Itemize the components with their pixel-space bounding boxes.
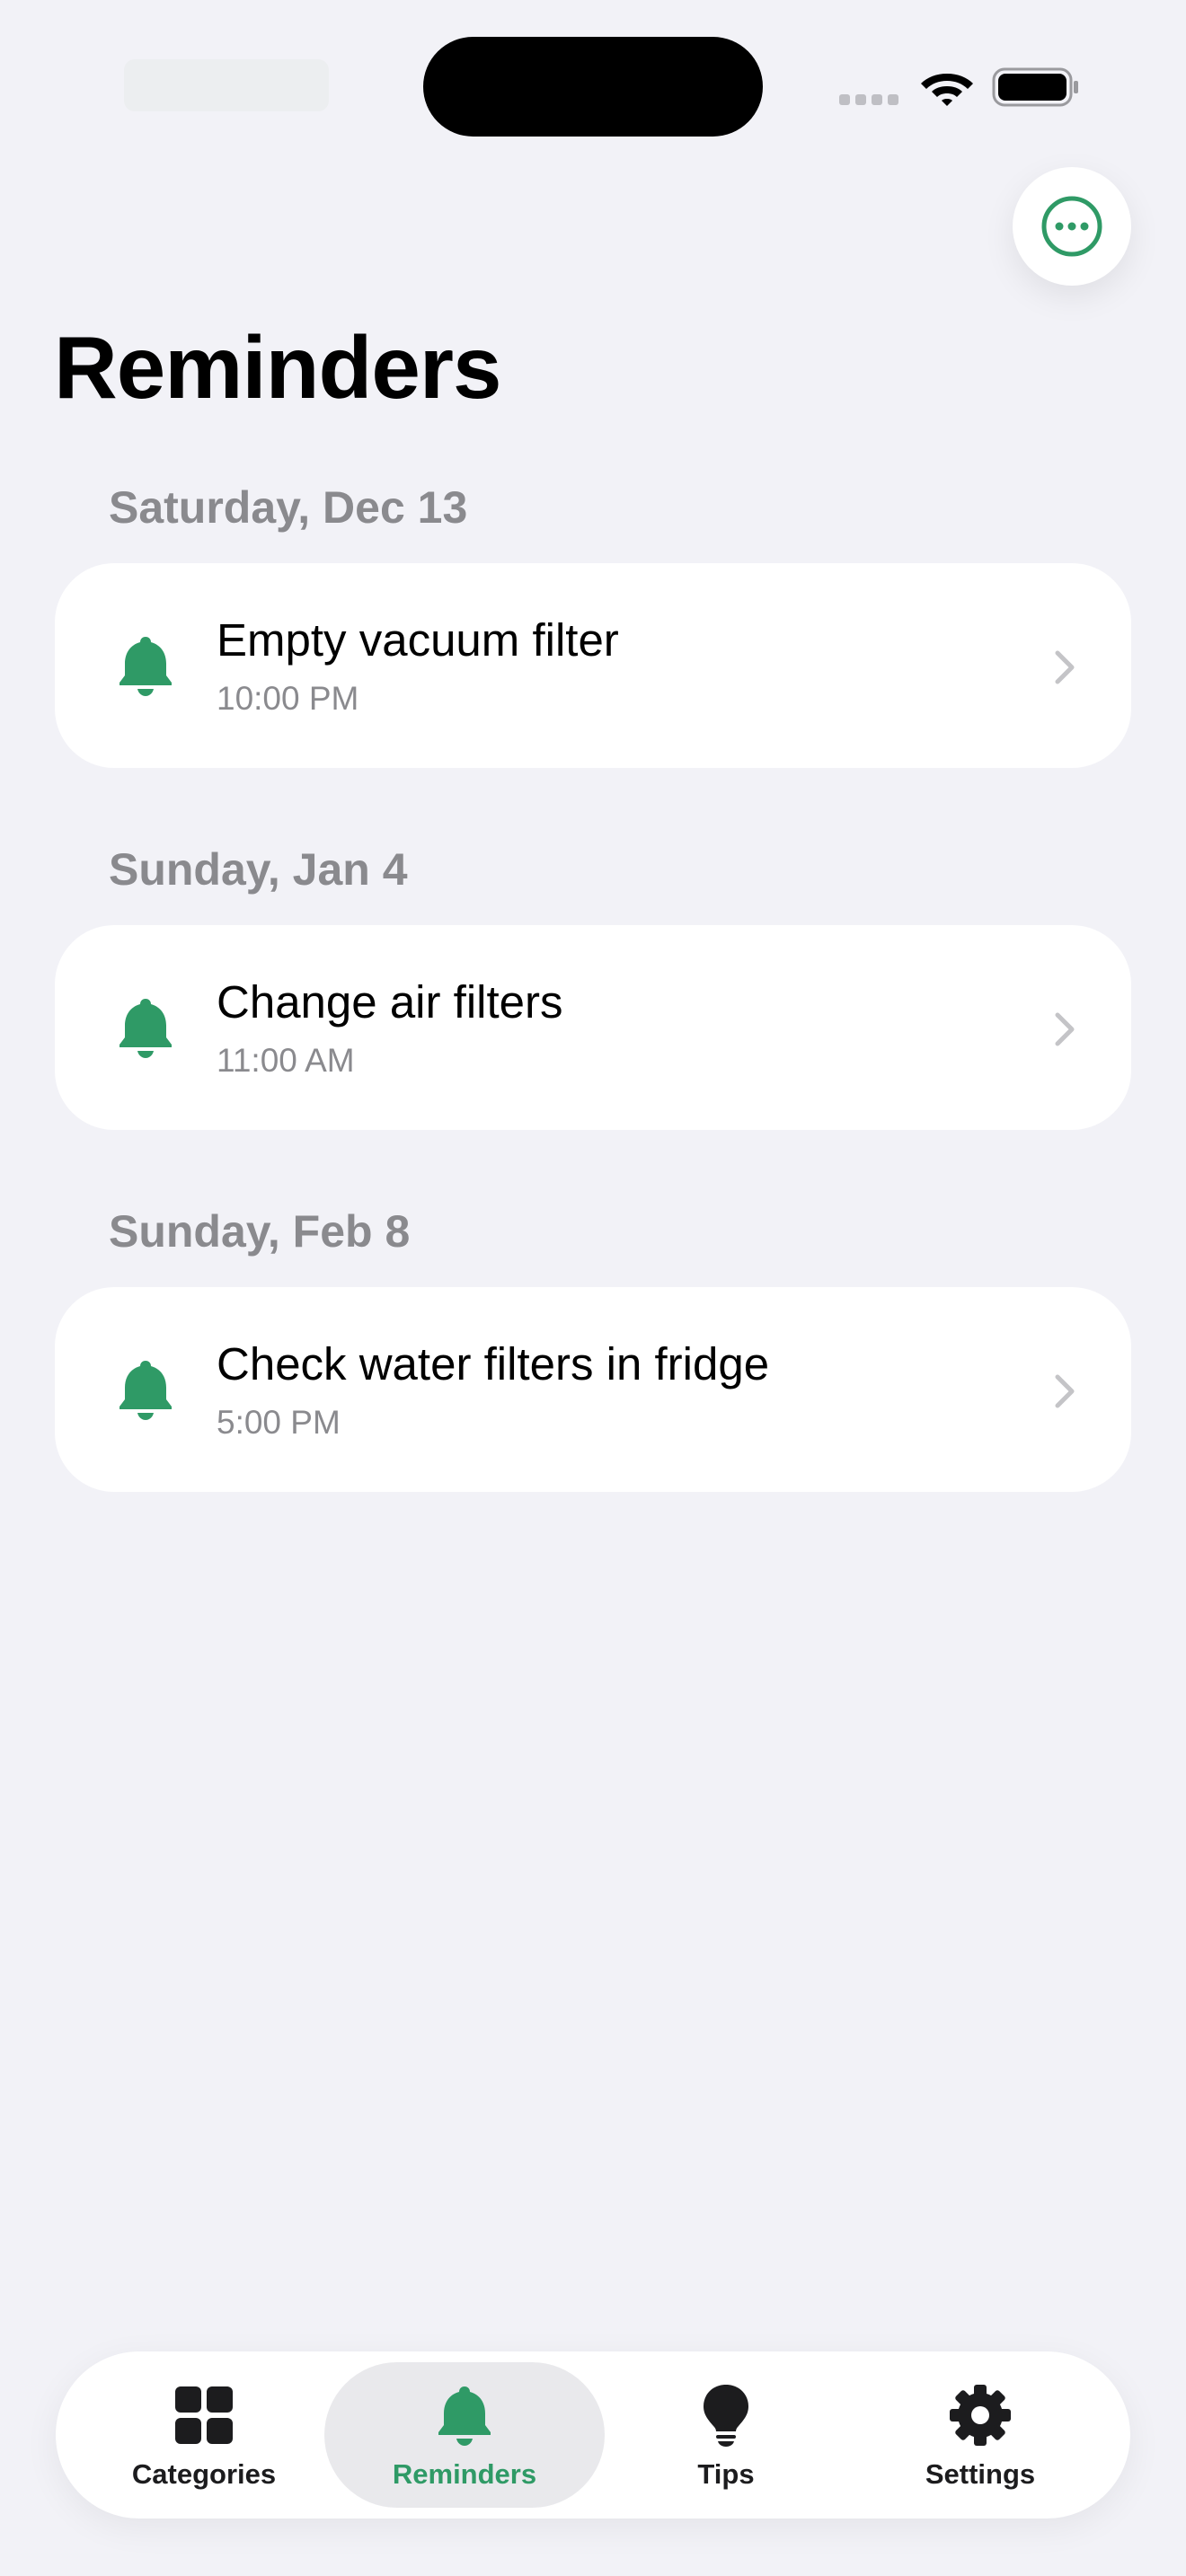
page-title: Reminders <box>54 318 502 417</box>
chevron-right-icon <box>1055 1012 1075 1046</box>
grid-icon <box>175 2386 233 2444</box>
cellular-signal-icon <box>839 93 902 106</box>
wifi-icon <box>921 74 973 106</box>
bell-icon <box>119 999 172 1058</box>
bell-icon <box>119 1361 172 1420</box>
tab-settings[interactable]: Settings <box>868 2362 1093 2508</box>
status-bar-time <box>124 59 329 111</box>
tab-bar: Categories Reminders Tips Settings <box>56 2351 1130 2519</box>
section-header-date: Sunday, Feb 8 <box>109 1206 411 1257</box>
lightbulb-icon <box>704 2384 748 2447</box>
tab-label: Settings <box>925 2457 1036 2490</box>
tab-label: Categories <box>131 2457 277 2490</box>
battery-icon <box>992 67 1078 107</box>
reminder-time: 5:00 PM <box>217 1404 341 1441</box>
tab-categories[interactable]: Categories <box>92 2362 316 2508</box>
section-header-date: Sunday, Jan 4 <box>109 844 408 895</box>
chevron-right-icon <box>1055 1374 1075 1408</box>
tab-label: Reminders <box>392 2457 537 2490</box>
tab-tips[interactable]: Tips <box>631 2362 821 2508</box>
reminder-title: Empty vacuum filter <box>217 614 619 666</box>
reminder-row[interactable]: Change air filters 11:00 AM <box>55 925 1131 1130</box>
bell-icon <box>438 2386 491 2446</box>
ellipsis-circle-icon <box>1041 196 1102 257</box>
tab-label: Tips <box>697 2457 755 2490</box>
bell-icon <box>119 637 172 696</box>
tab-reminders[interactable]: Reminders <box>324 2362 605 2508</box>
reminder-row[interactable]: Empty vacuum filter 10:00 PM <box>55 563 1131 768</box>
section-header-date: Saturday, Dec 13 <box>109 482 468 533</box>
reminder-time: 10:00 PM <box>217 680 359 717</box>
reminder-title: Check water filters in fridge <box>217 1338 770 1389</box>
more-options-button[interactable] <box>1013 167 1131 286</box>
reminder-time: 11:00 AM <box>217 1042 355 1079</box>
gear-icon <box>950 2384 1011 2446</box>
reminder-row[interactable]: Check water filters in fridge 5:00 PM <box>55 1287 1131 1492</box>
reminder-title: Change air filters <box>217 976 563 1028</box>
chevron-right-icon <box>1055 650 1075 684</box>
dynamic-island <box>423 37 763 137</box>
